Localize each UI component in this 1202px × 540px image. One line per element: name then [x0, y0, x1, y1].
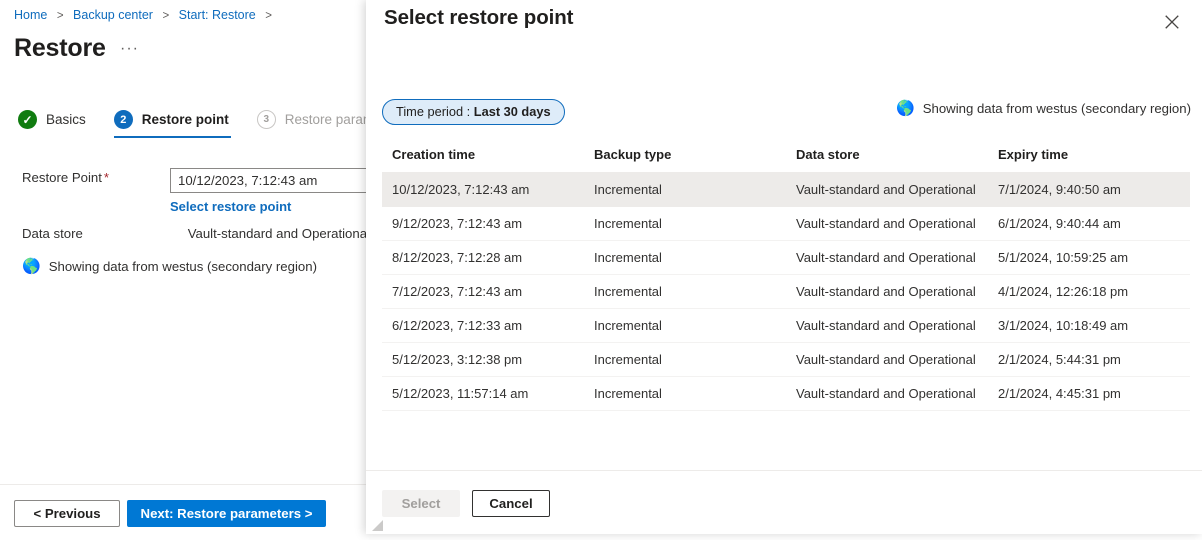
cell-data-store: Vault-standard and Operational	[786, 207, 988, 241]
dialog-footer: Select Cancel	[366, 470, 1202, 534]
cell-creation-time: 6/12/2023, 7:12:33 am	[382, 309, 584, 343]
table-row[interactable]: 6/12/2023, 7:12:33 amIncrementalVault-st…	[382, 309, 1190, 343]
breadcrumb-separator: >	[162, 10, 169, 22]
cell-creation-time: 5/12/2023, 3:12:38 pm	[382, 343, 584, 377]
time-period-filter-pill[interactable]: Time period : Last 30 days	[382, 99, 565, 125]
select-button[interactable]: Select	[382, 490, 460, 517]
select-restore-point-dialog: Select restore point Time period : Last …	[366, 0, 1202, 534]
table-row[interactable]: 7/12/2023, 7:12:43 amIncrementalVault-st…	[382, 275, 1190, 309]
time-period-filter-prefix: Time period :	[396, 104, 474, 119]
wizard-step-label: Basics	[46, 112, 86, 127]
cell-data-store: Vault-standard and Operational	[786, 275, 988, 309]
globe-icon: 🌎	[896, 101, 915, 116]
wizard-footer: < Previous Next: Restore parameters >	[0, 484, 370, 540]
cell-data-store: Vault-standard and Operational	[786, 173, 988, 207]
wizard-step-label: Restore parameters	[285, 112, 370, 127]
cell-backup-type: Incremental	[584, 343, 786, 377]
breadcrumb-item-backup-center[interactable]: Backup center	[73, 8, 153, 22]
breadcrumb-separator: >	[265, 10, 272, 22]
breadcrumb-item-home[interactable]: Home	[14, 8, 47, 22]
page-region-note: 🌎 Showing data from westus (secondary re…	[22, 259, 317, 274]
restore-points-table-wrapper: Creation time Backup type Data store Exp…	[382, 147, 1190, 411]
cell-data-store: Vault-standard and Operational	[786, 309, 988, 343]
table-row[interactable]: 5/12/2023, 3:12:38 pmIncrementalVault-st…	[382, 343, 1190, 377]
wizard-steps: ✓ Basics 2 Restore point 3 Restore param…	[18, 110, 370, 138]
cell-creation-time: 8/12/2023, 7:12:28 am	[382, 241, 584, 275]
select-restore-point-link[interactable]: Select restore point	[170, 199, 291, 214]
cell-expiry-time: 2/1/2024, 4:45:31 pm	[988, 377, 1190, 411]
cell-expiry-time: 7/1/2024, 9:40:50 am	[988, 173, 1190, 207]
cell-data-store: Vault-standard and Operational	[786, 343, 988, 377]
table-row[interactable]: 10/12/2023, 7:12:43 amIncrementalVault-s…	[382, 173, 1190, 207]
restore-point-control: 10/12/2023, 7:12:43 am Select restore po…	[170, 168, 370, 214]
more-options-button[interactable]: ···	[120, 40, 139, 58]
restore-point-label: Restore Point*	[0, 168, 170, 188]
breadcrumb-item-start-restore[interactable]: Start: Restore	[179, 8, 256, 22]
restore-point-row: Restore Point* 10/12/2023, 7:12:43 am Se…	[0, 168, 370, 214]
step-number-icon: 2	[114, 110, 133, 129]
cell-expiry-time: 3/1/2024, 10:18:49 am	[988, 309, 1190, 343]
cell-backup-type: Incremental	[584, 207, 786, 241]
cell-backup-type: Incremental	[584, 377, 786, 411]
page-region-note-text: Showing data from westus (secondary regi…	[49, 259, 317, 274]
restore-wizard-page: Home > Backup center > Start: Restore > …	[0, 0, 370, 540]
cell-expiry-time: 4/1/2024, 12:26:18 pm	[988, 275, 1190, 309]
data-store-row: Data store Vault-standard and Operationa…	[0, 224, 370, 244]
data-store-value: Vault-standard and Operational	[188, 224, 370, 244]
data-store-label: Data store	[0, 224, 188, 244]
column-header-data-store[interactable]: Data store	[786, 147, 988, 173]
wizard-step-label: Restore point	[142, 112, 229, 127]
table-header-row: Creation time Backup type Data store Exp…	[382, 147, 1190, 173]
table-body: 10/12/2023, 7:12:43 amIncrementalVault-s…	[382, 173, 1190, 411]
table-row[interactable]: 5/12/2023, 11:57:14 amIncrementalVault-s…	[382, 377, 1190, 411]
close-icon[interactable]	[1158, 8, 1186, 36]
cell-creation-time: 5/12/2023, 11:57:14 am	[382, 377, 584, 411]
cell-backup-type: Incremental	[584, 309, 786, 343]
cell-creation-time: 7/12/2023, 7:12:43 am	[382, 275, 584, 309]
cancel-button[interactable]: Cancel	[472, 490, 550, 517]
cell-expiry-time: 2/1/2024, 5:44:31 pm	[988, 343, 1190, 377]
breadcrumb: Home > Backup center > Start: Restore >	[14, 6, 278, 25]
table-row[interactable]: 9/12/2023, 7:12:43 amIncrementalVault-st…	[382, 207, 1190, 241]
required-asterisk: *	[104, 170, 109, 185]
cell-expiry-time: 5/1/2024, 10:59:25 am	[988, 241, 1190, 275]
dialog-title: Select restore point	[384, 6, 573, 30]
cell-backup-type: Incremental	[584, 275, 786, 309]
column-header-creation-time[interactable]: Creation time	[382, 147, 584, 173]
data-store-control: Vault-standard and Operational	[188, 224, 370, 244]
dialog-toolbar: Time period : Last 30 days 🌎 Showing dat…	[366, 99, 1202, 129]
wizard-step-restore-parameters[interactable]: 3 Restore parameters	[257, 110, 370, 138]
step-number-icon: 3	[257, 110, 276, 129]
cell-creation-time: 9/12/2023, 7:12:43 am	[382, 207, 584, 241]
breadcrumb-separator: >	[57, 10, 64, 22]
table-row[interactable]: 8/12/2023, 7:12:28 amIncrementalVault-st…	[382, 241, 1190, 275]
check-icon: ✓	[18, 110, 37, 129]
wizard-step-basics[interactable]: ✓ Basics	[18, 110, 86, 138]
time-period-filter-value: Last 30 days	[474, 104, 551, 119]
restore-point-label-text: Restore Point	[22, 170, 102, 185]
column-header-backup-type[interactable]: Backup type	[584, 147, 786, 173]
cell-backup-type: Incremental	[584, 241, 786, 275]
page-title: Restore	[14, 32, 106, 64]
dialog-region-note-text: Showing data from westus (secondary regi…	[923, 101, 1191, 116]
previous-button[interactable]: < Previous	[14, 500, 120, 527]
wizard-step-restore-point[interactable]: 2 Restore point	[114, 110, 229, 138]
cell-backup-type: Incremental	[584, 173, 786, 207]
cell-data-store: Vault-standard and Operational	[786, 377, 988, 411]
screen-root: Home > Backup center > Start: Restore > …	[0, 0, 1202, 540]
cell-expiry-time: 6/1/2024, 9:40:44 am	[988, 207, 1190, 241]
column-header-expiry-time[interactable]: Expiry time	[988, 147, 1190, 173]
cell-data-store: Vault-standard and Operational	[786, 241, 988, 275]
restore-points-table: Creation time Backup type Data store Exp…	[382, 147, 1190, 411]
restore-point-input[interactable]: 10/12/2023, 7:12:43 am	[170, 168, 370, 193]
dialog-region-note: 🌎 Showing data from westus (secondary re…	[896, 101, 1191, 116]
globe-icon: 🌎	[22, 259, 41, 274]
resize-grip-icon[interactable]	[371, 519, 384, 532]
next-restore-parameters-button[interactable]: Next: Restore parameters >	[127, 500, 326, 527]
cell-creation-time: 10/12/2023, 7:12:43 am	[382, 173, 584, 207]
table-header: Creation time Backup type Data store Exp…	[382, 147, 1190, 173]
